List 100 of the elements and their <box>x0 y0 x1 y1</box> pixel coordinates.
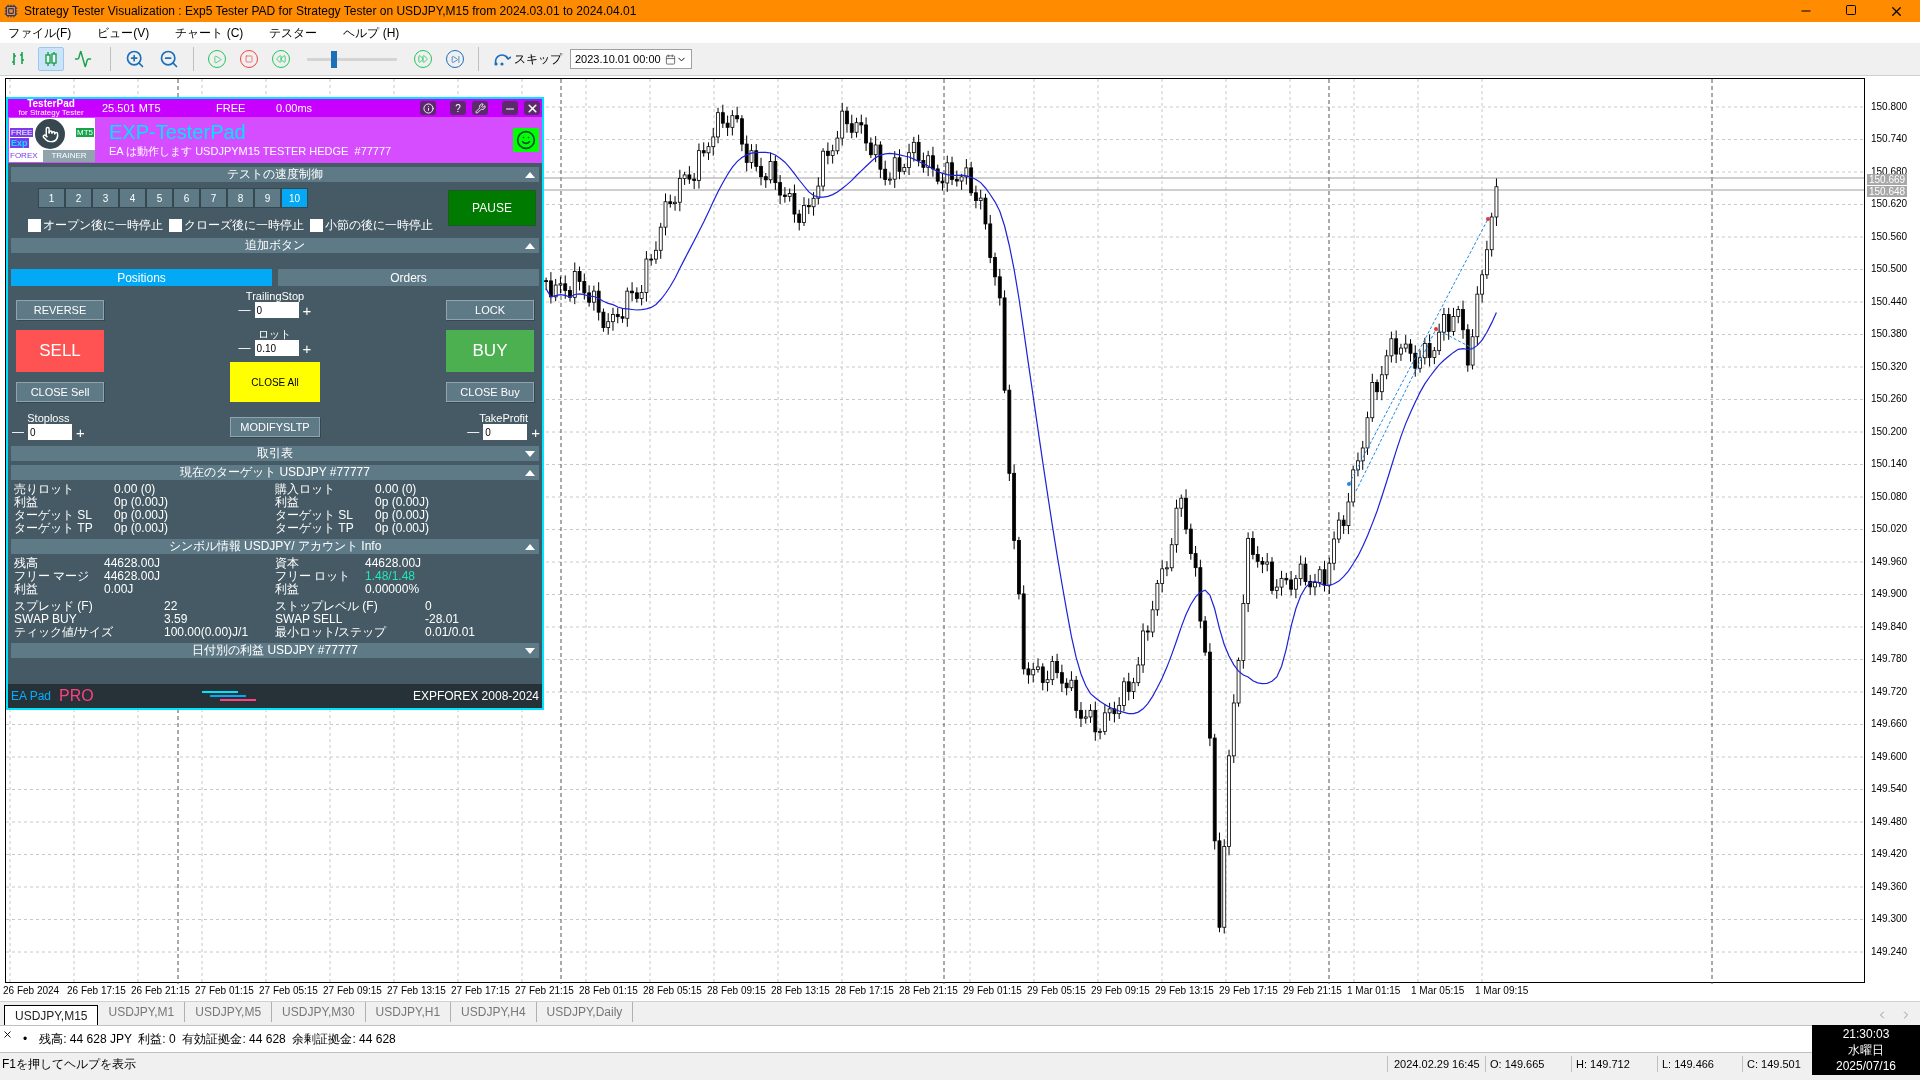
clock-weekday: 水曜日 <box>1848 1042 1884 1058</box>
price-label: 150.380 <box>1871 327 1908 342</box>
status-open: O: 149.665 <box>1485 1055 1571 1073</box>
speed-slider[interactable] <box>304 50 400 68</box>
chart-tab[interactable]: USDJPY,M30 <box>272 1002 366 1022</box>
speed-button[interactable]: 4 <box>119 188 146 208</box>
ea-pad-label: EA Pad <box>11 688 52 705</box>
chart-tab[interactable]: USDJPY,M15 <box>4 1005 99 1025</box>
info-value: 0.00000% <box>365 583 420 596</box>
time-label: 29 Feb 13:15 <box>1155 984 1215 998</box>
status-time: 2024.02.29 16:45 <box>1387 1055 1485 1073</box>
zoom-out-icon[interactable] <box>159 49 179 69</box>
decrease-button[interactable]: — <box>238 304 251 316</box>
clock-time: 21:30:03 <box>1842 1026 1890 1042</box>
info-icon[interactable] <box>420 101 436 115</box>
minimize-icon[interactable] <box>502 101 518 115</box>
chart-mode-button[interactable] <box>38 47 64 71</box>
speed-button[interactable]: 3 <box>92 188 119 208</box>
menu-item[interactable]: チャート (C) <box>175 23 244 42</box>
sell-button[interactable]: SELL <box>16 330 104 372</box>
candlestick-icon <box>42 50 60 68</box>
decrease-button[interactable]: — <box>467 426 480 438</box>
price-label: 150.740 <box>1871 132 1908 147</box>
section-header[interactable]: 日付別の利益 USDJPY #77777 <box>11 643 539 658</box>
section-header[interactable]: 取引表 <box>11 446 539 461</box>
info-label: フリー マージ <box>14 570 91 583</box>
info-value: 0.00J <box>104 583 134 596</box>
lock-button[interactable]: LOCK <box>446 300 534 320</box>
checkbox[interactable] <box>28 218 41 232</box>
menu-item[interactable]: ヘルプ (H) <box>343 23 400 42</box>
section-header[interactable]: シンボル情報 USDJPY/ アカウント Info <box>11 539 539 554</box>
help-button[interactable]: ? <box>450 101 466 115</box>
checkbox[interactable] <box>169 218 182 232</box>
settings-icon[interactable] <box>472 101 488 115</box>
modify-sltp-button[interactable]: MODIFYSLTP <box>230 417 320 438</box>
maximize-icon[interactable] <box>1845 3 1857 16</box>
chart-tab[interactable]: USDJPY,H1 <box>365 1002 452 1022</box>
section-header[interactable]: 追加ボタン <box>11 238 539 253</box>
speed-button[interactable]: 5 <box>146 188 173 208</box>
time-label: 27 Feb 21:15 <box>515 984 575 998</box>
time-label: 29 Feb 09:15 <box>1091 984 1151 998</box>
decrease-button[interactable]: — <box>12 426 24 438</box>
section-header[interactable]: 現在のターゲット USDJPY #77777 <box>11 465 539 480</box>
chart-tab[interactable]: USDJPY,Daily <box>536 1002 634 1022</box>
price-label: 149.780 <box>1871 652 1908 667</box>
increase-button[interactable]: + <box>76 424 85 440</box>
info-value: 22 <box>164 600 178 613</box>
time-label: 28 Feb 09:15 <box>707 984 767 998</box>
speed-button[interactable]: 9 <box>254 188 281 208</box>
close-all-button[interactable]: CLOSE All <box>230 362 320 402</box>
info-value: 44628.00J <box>104 570 161 583</box>
close-icon[interactable] <box>2 1029 13 1040</box>
trailing-stop-field[interactable]: 0 <box>254 302 299 318</box>
buy-button[interactable]: BUY <box>446 330 534 372</box>
skip-button[interactable]: スキップ <box>493 50 562 68</box>
stoploss-field[interactable]: 0 <box>28 424 72 440</box>
menu-item[interactable]: ビュー(V) <box>97 23 150 42</box>
speed-button[interactable]: 6 <box>173 188 200 208</box>
info-value: 0p (0.00J) <box>375 496 430 509</box>
speed-button[interactable]: 7 <box>200 188 227 208</box>
menu-item[interactable]: ファイル(F) <box>8 23 72 42</box>
section-header[interactable]: テストの速度制御 <box>11 167 539 182</box>
line-chart-icon <box>74 50 92 68</box>
menu-item[interactable]: テスター <box>269 23 318 42</box>
time-label: 28 Feb 05:15 <box>643 984 703 998</box>
increase-button[interactable]: + <box>302 302 312 318</box>
price-label: 150.140 <box>1871 457 1908 472</box>
panel-tab[interactable]: Positions <box>11 269 272 286</box>
checkbox-label: オープン後に一時停止 <box>43 217 163 234</box>
increase-button[interactable]: + <box>531 424 540 440</box>
close-sell-button[interactable]: CLOSE Sell <box>16 382 104 402</box>
checkbox[interactable] <box>310 218 323 232</box>
speed-button[interactable]: 10 <box>281 188 308 208</box>
price-label: 149.360 <box>1871 879 1908 894</box>
reverse-button[interactable]: REVERSE <box>16 300 104 320</box>
time-label: 27 Feb 01:15 <box>195 984 255 998</box>
info-value: 3.59 <box>164 613 188 626</box>
panel-tab[interactable]: Orders <box>278 269 539 286</box>
speed-button[interactable]: 2 <box>65 188 92 208</box>
speed-button[interactable]: 8 <box>227 188 254 208</box>
slider-thumb[interactable] <box>331 50 337 68</box>
smiley-icon <box>513 128 539 152</box>
chart-tab[interactable]: USDJPY,M1 <box>98 1002 186 1022</box>
chart-tab[interactable]: USDJPY,M5 <box>185 1002 273 1022</box>
decrease-button[interactable]: — <box>238 342 251 354</box>
increase-button[interactable]: + <box>302 340 312 356</box>
take-profit-field[interactable]: 0 <box>483 424 528 440</box>
window-title: Strategy Tester Visualization : Exp5 Tester PAD for Strategy Tester on USDJPY,M15 from 2024.03.01 to 2024.04.01 <box>24 3 637 20</box>
brand-subtitle: for Strategy Tester <box>18 109 84 117</box>
lot-field[interactable]: 0.10 <box>254 340 299 356</box>
chart-tab[interactable]: USDJPY,H4 <box>451 1002 537 1022</box>
pause-button[interactable]: PAUSE <box>448 190 536 226</box>
time-label: 26 Feb 17:15 <box>67 984 127 998</box>
time-label: 28 Feb 21:15 <box>899 984 959 998</box>
speed-button[interactable]: 1 <box>38 188 65 208</box>
close-buy-button[interactable]: CLOSE Buy <box>446 382 534 402</box>
zoom-in-icon[interactable] <box>125 49 145 69</box>
time-label: 28 Feb 13:15 <box>771 984 831 998</box>
close-icon[interactable] <box>524 101 540 115</box>
date-picker[interactable]: 2023.10.01 00:00 <box>570 49 692 69</box>
